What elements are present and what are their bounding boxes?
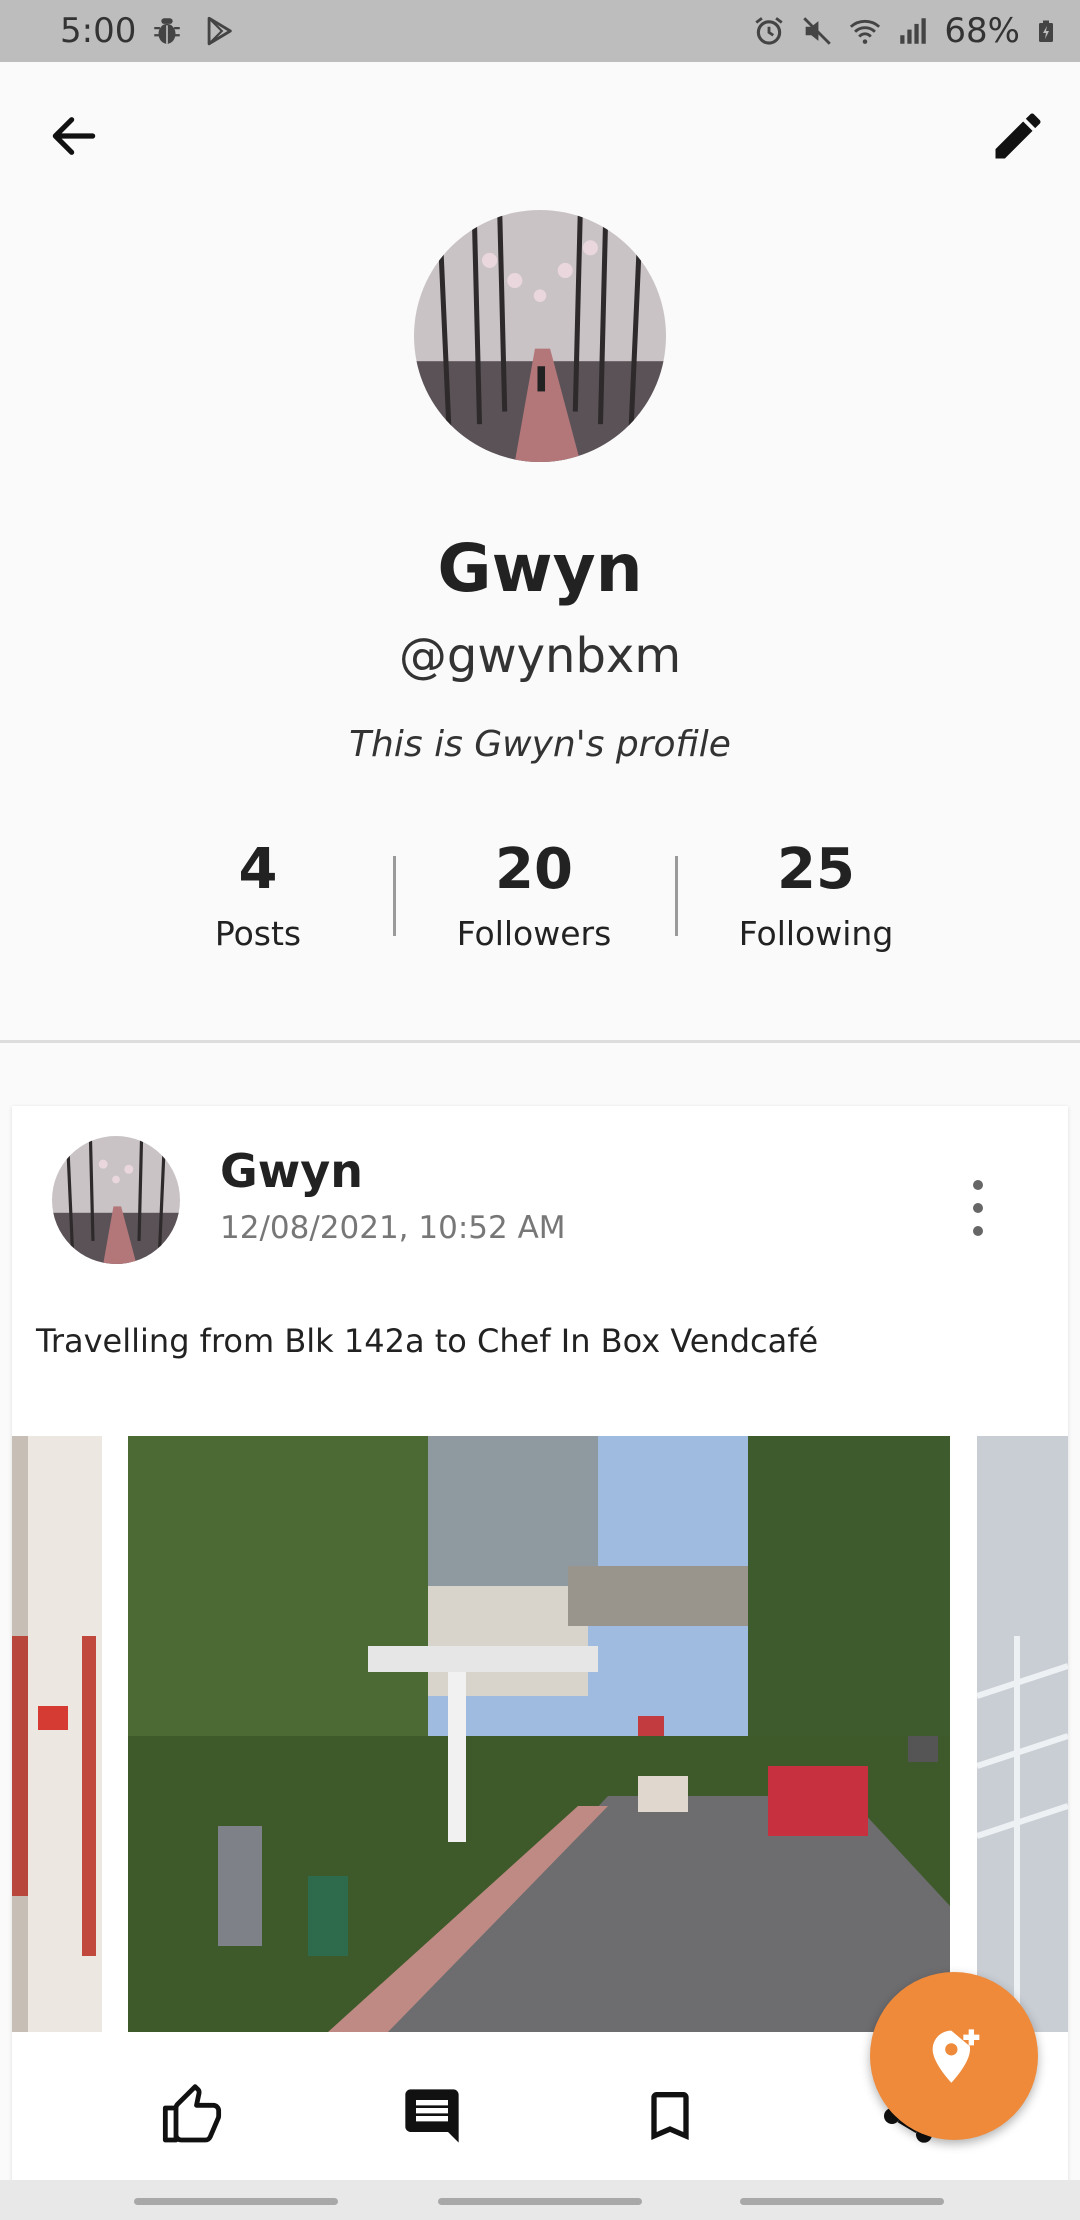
thumb-up-icon	[162, 2084, 222, 2143]
nav-back-button[interactable]	[740, 2198, 944, 2205]
post-author-avatar[interactable]	[52, 1136, 180, 1264]
bug-icon	[154, 18, 180, 44]
bookmark-icon	[651, 2092, 689, 2140]
carousel-photo-previous[interactable]	[12, 1436, 102, 2032]
wifi-icon	[850, 19, 881, 44]
alarm-icon	[755, 17, 784, 45]
comment-icon	[405, 2089, 459, 2143]
more-options-button[interactable]	[958, 1180, 998, 1236]
stat-followers[interactable]: 20 Followers	[434, 830, 634, 953]
play-store-icon	[207, 16, 232, 46]
stat-following[interactable]: 25 Following	[716, 830, 916, 953]
followers-count: 20	[495, 837, 573, 902]
status-bar: 5:00 68%	[0, 0, 1080, 62]
signal-icon	[900, 18, 927, 44]
add-location-icon	[932, 2029, 980, 2083]
mute-icon	[803, 17, 832, 45]
like-button[interactable]	[152, 2076, 232, 2156]
profile-handle: @gwynbxm	[398, 628, 682, 684]
photo-image	[128, 1436, 950, 2032]
profile-avatar[interactable]	[414, 210, 666, 462]
profile-bio: This is Gwyn's profile	[349, 724, 731, 765]
nav-home-button[interactable]	[438, 2198, 642, 2205]
photo-image	[977, 1436, 1068, 2032]
add-location-fab[interactable]	[870, 1972, 1038, 2140]
bookmark-button[interactable]	[630, 2076, 710, 2156]
comment-button[interactable]	[392, 2076, 472, 2156]
stat-divider	[675, 856, 678, 936]
carousel-photo-next[interactable]	[977, 1436, 1068, 2032]
arrow-left-icon	[52, 117, 96, 155]
photo-image	[12, 1436, 102, 2032]
carousel-photo-current[interactable]	[128, 1436, 950, 2032]
status-left-icons	[150, 14, 236, 48]
following-label: Following	[738, 914, 894, 953]
stat-divider	[393, 856, 396, 936]
posts-count: 4	[238, 837, 278, 902]
post-author-name[interactable]: Gwyn	[220, 1144, 363, 1198]
status-time: 5:00	[60, 11, 137, 51]
post-text: Travelling from Blk 142a to Chef In Box …	[36, 1322, 819, 1360]
edit-profile-button[interactable]	[970, 88, 1066, 184]
nav-recents-button[interactable]	[134, 2198, 338, 2205]
back-button[interactable]	[26, 88, 122, 184]
section-divider	[0, 1040, 1080, 1043]
post-timestamp: 12/08/2021, 10:52 AM	[220, 1210, 566, 1246]
system-nav-bar	[0, 2180, 1080, 2220]
followers-label: Followers	[456, 914, 612, 953]
battery-percent: 68%	[944, 11, 1020, 51]
pencil-icon	[995, 113, 1041, 159]
profile-name: Gwyn	[437, 530, 643, 607]
avatar-photo	[52, 1136, 180, 1264]
more-vert-icon	[973, 1180, 983, 1190]
avatar-photo	[414, 210, 666, 462]
following-count: 25	[777, 837, 855, 902]
battery-charging-icon	[1039, 20, 1053, 42]
more-vert-icon	[973, 1226, 983, 1236]
stat-posts[interactable]: 4 Posts	[158, 830, 358, 953]
status-right-icons: 68%	[752, 10, 1058, 52]
posts-label: Posts	[214, 914, 302, 953]
more-vert-icon	[973, 1203, 983, 1213]
